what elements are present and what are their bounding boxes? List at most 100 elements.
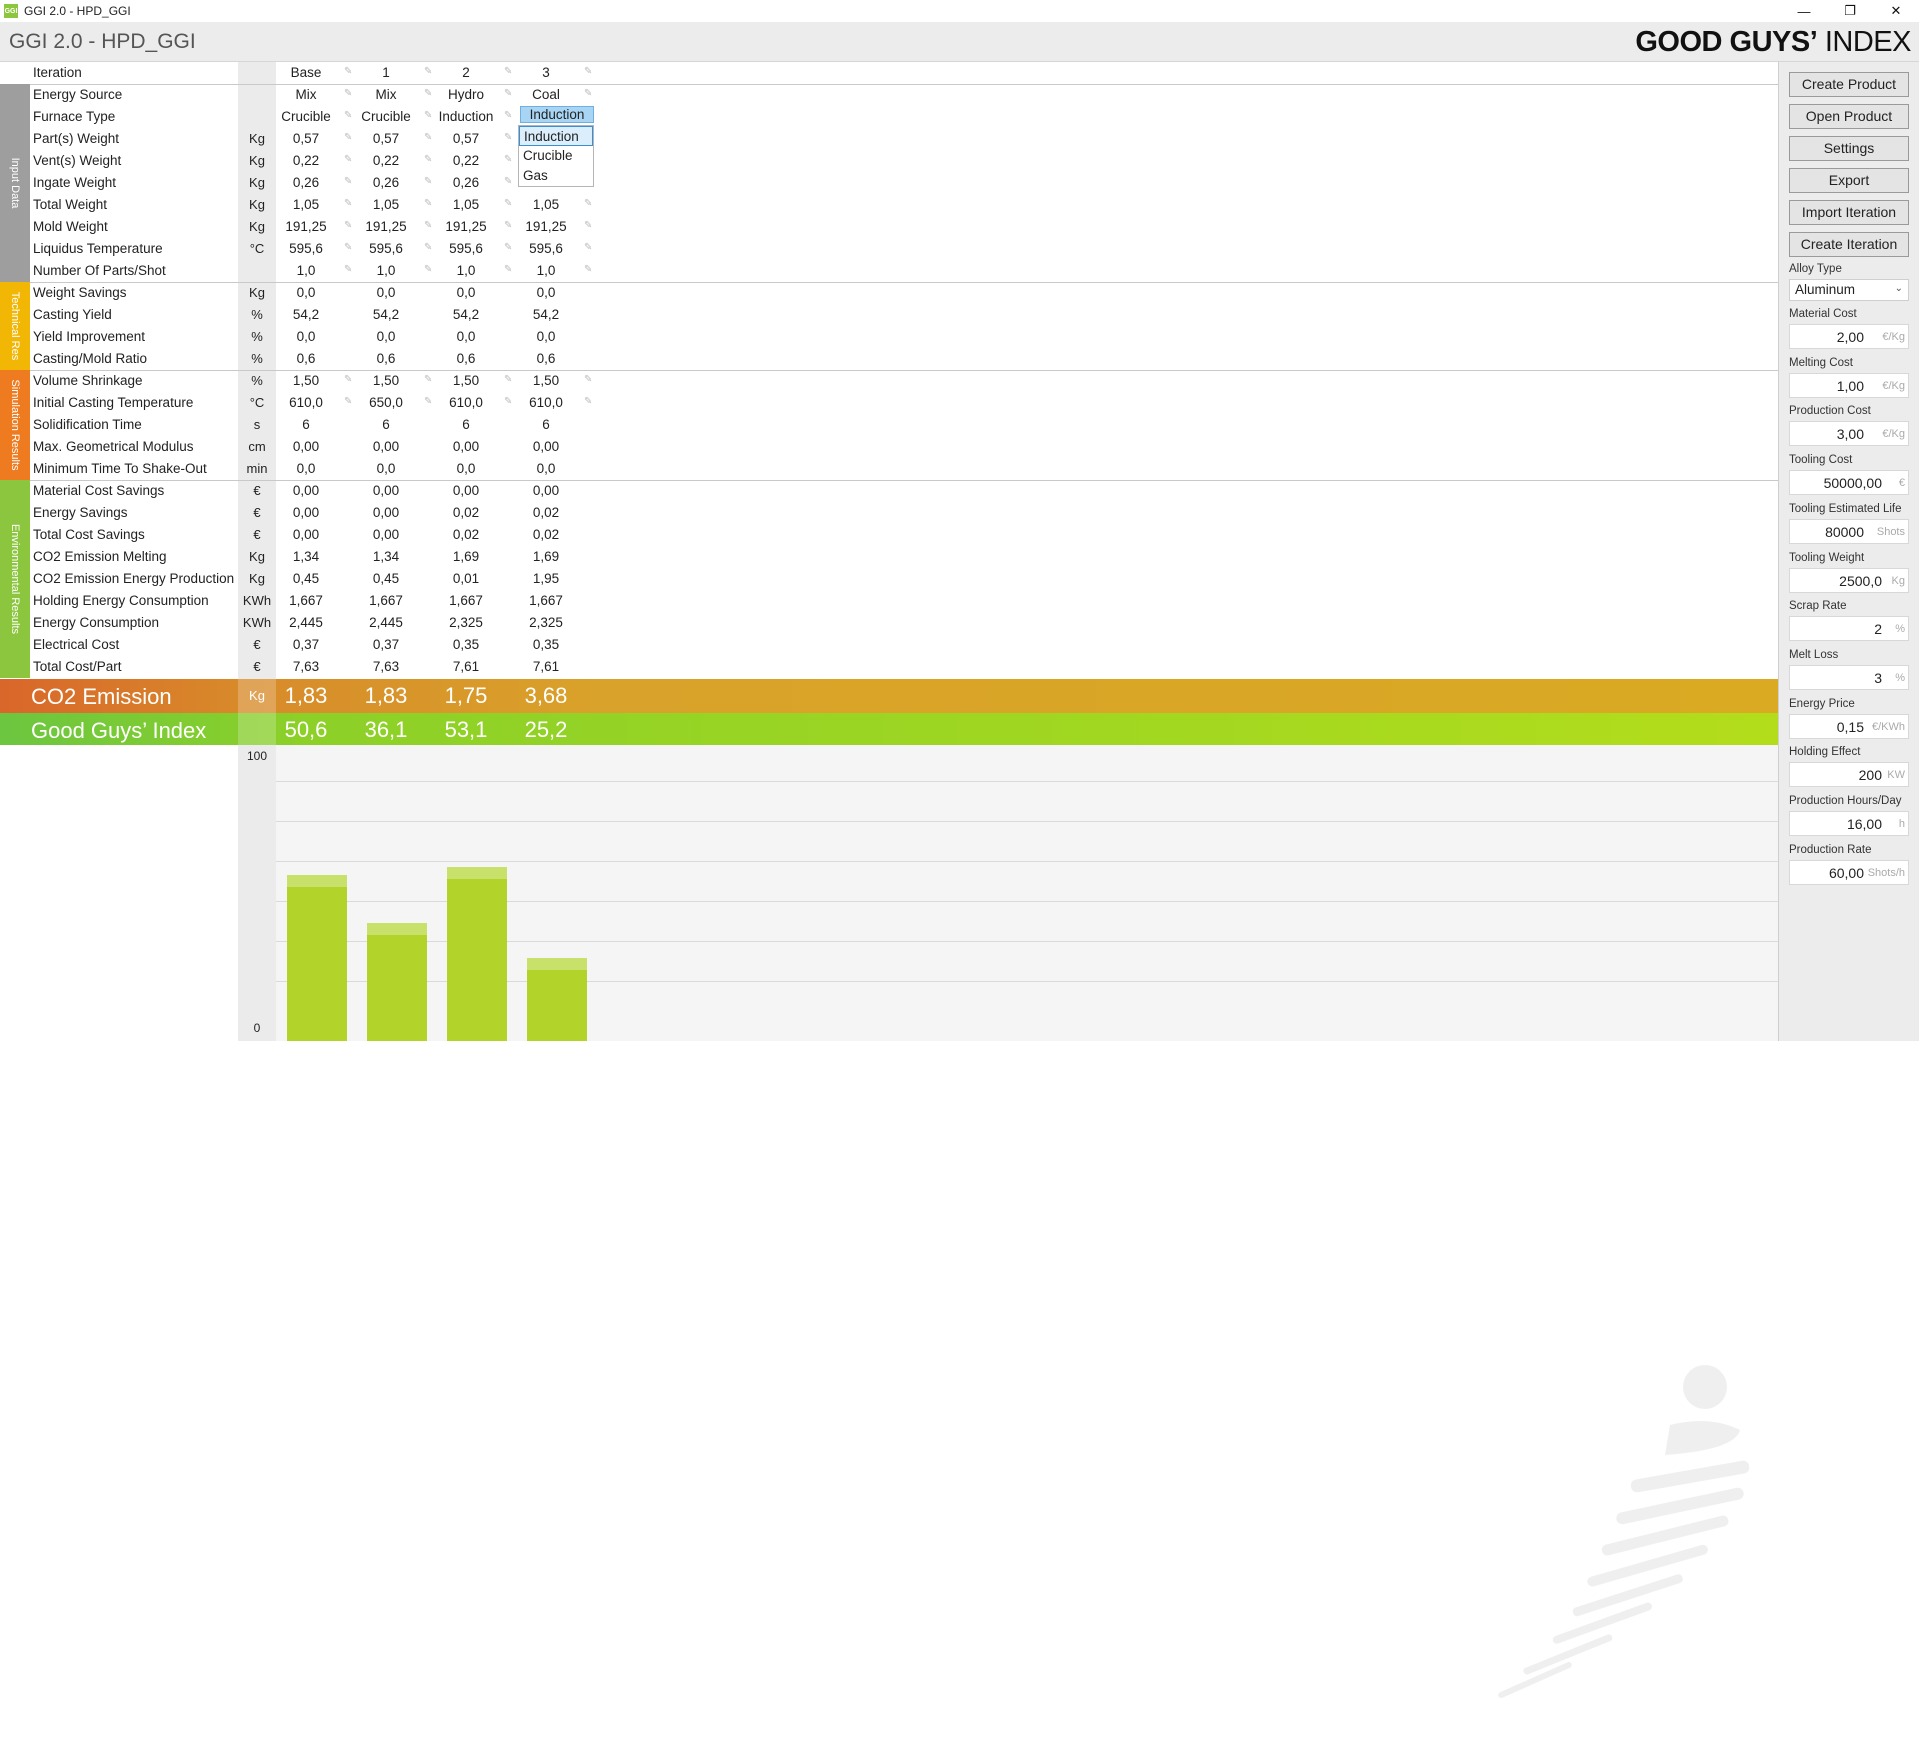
value-cell[interactable]: 0,45: [346, 571, 426, 586]
value-cell[interactable]: 0,0: [346, 285, 426, 300]
value-cell[interactable]: 0,0: [426, 461, 506, 476]
value-cell[interactable]: 595,6: [346, 241, 426, 256]
production-hours-day-input[interactable]: 16,00 h: [1789, 811, 1909, 836]
value-cell[interactable]: 1,69: [426, 549, 506, 564]
value-cell[interactable]: 1,95: [506, 571, 586, 586]
value-cell[interactable]: 6: [506, 417, 586, 432]
melt-loss-input[interactable]: 3%: [1789, 664, 1909, 690]
value-cell[interactable]: 0,26: [426, 175, 506, 190]
value-cell[interactable]: 0,57: [266, 131, 346, 146]
value-cell[interactable]: 7,63: [266, 659, 346, 674]
value-cell[interactable]: 0,00: [266, 483, 346, 498]
value-cell[interactable]: 0,0: [506, 285, 586, 300]
value-cell[interactable]: 1,0: [426, 263, 506, 278]
dropdown-option[interactable]: Induction: [519, 126, 593, 146]
value-cell[interactable]: 1,0: [506, 263, 586, 278]
value-cell[interactable]: 7,61: [426, 659, 506, 674]
value-cell[interactable]: 2,445: [266, 615, 346, 630]
value-cell[interactable]: 1,50: [426, 373, 506, 388]
value-cell[interactable]: 54,2: [266, 307, 346, 322]
value-cell[interactable]: 595,6: [266, 241, 346, 256]
value-cell[interactable]: 1,05: [346, 197, 426, 212]
value-cell[interactable]: 1,50: [506, 373, 586, 388]
value-cell[interactable]: 0,0: [266, 329, 346, 344]
value-cell[interactable]: 0,0: [346, 329, 426, 344]
edit-pencil-icon[interactable]: ✎: [584, 243, 593, 253]
dropdown-option[interactable]: Crucible: [519, 146, 593, 166]
value-cell[interactable]: 1,69: [506, 549, 586, 564]
value-cell[interactable]: 0,0: [266, 461, 346, 476]
value-cell[interactable]: 6: [426, 417, 506, 432]
value-cell[interactable]: 0,57: [346, 131, 426, 146]
melting-cost-input[interactable]: 1,00 €/Kg: [1789, 372, 1909, 398]
export-button[interactable]: Export: [1789, 168, 1909, 193]
value-cell[interactable]: 0,37: [346, 637, 426, 652]
value-cell[interactable]: 0,00: [506, 483, 586, 498]
value-cell[interactable]: 3: [506, 65, 586, 80]
value-cell[interactable]: 1,34: [266, 549, 346, 564]
furnace-type-dropdown[interactable]: Induction: [520, 106, 594, 123]
value-cell[interactable]: 0,00: [426, 439, 506, 454]
edit-pencil-icon[interactable]: ✎: [584, 265, 593, 275]
value-cell[interactable]: 0,00: [506, 439, 586, 454]
value-cell[interactable]: 0,0: [266, 285, 346, 300]
value-cell[interactable]: 0,26: [266, 175, 346, 190]
edit-pencil-icon[interactable]: ✎: [584, 397, 593, 407]
value-cell[interactable]: 0,35: [506, 637, 586, 652]
value-cell[interactable]: 1,667: [426, 593, 506, 608]
value-cell[interactable]: 0,00: [266, 505, 346, 520]
value-cell[interactable]: 191,25: [506, 219, 586, 234]
edit-pencil-icon[interactable]: ✎: [584, 67, 593, 77]
value-cell[interactable]: 0,00: [346, 483, 426, 498]
value-cell[interactable]: 1,0: [346, 263, 426, 278]
edit-pencil-icon[interactable]: ✎: [504, 177, 513, 187]
value-cell[interactable]: Induction: [426, 109, 506, 124]
close-icon[interactable]: ✕: [1873, 0, 1919, 22]
value-cell[interactable]: 650,0: [346, 395, 426, 410]
value-cell[interactable]: 610,0: [426, 395, 506, 410]
value-cell[interactable]: Hydro: [426, 87, 506, 102]
value-cell[interactable]: 610,0: [506, 395, 586, 410]
value-cell[interactable]: 2,325: [426, 615, 506, 630]
value-cell[interactable]: 0,35: [426, 637, 506, 652]
value-cell[interactable]: 0,22: [346, 153, 426, 168]
value-cell[interactable]: 0,0: [506, 329, 586, 344]
value-cell[interactable]: 0,6: [266, 351, 346, 366]
tooling-cost-input[interactable]: 50000,00 €: [1789, 470, 1909, 496]
value-cell[interactable]: 0,0: [426, 329, 506, 344]
material-cost-input[interactable]: 2,00 €/Kg: [1789, 324, 1909, 349]
value-cell[interactable]: 0,0: [426, 285, 506, 300]
value-cell[interactable]: 7,63: [346, 659, 426, 674]
value-cell[interactable]: 1,667: [266, 593, 346, 608]
import-iteration-button[interactable]: Import Iteration: [1789, 200, 1909, 225]
value-cell[interactable]: 6: [346, 417, 426, 432]
edit-pencil-icon[interactable]: ✎: [504, 111, 513, 121]
value-cell[interactable]: 1,50: [266, 373, 346, 388]
edit-pencil-icon[interactable]: ✎: [584, 221, 593, 231]
value-cell[interactable]: 0,57: [426, 131, 506, 146]
value-cell[interactable]: Coal: [506, 87, 586, 102]
value-cell[interactable]: 1,667: [506, 593, 586, 608]
create-product-button[interactable]: Create Product: [1789, 72, 1909, 97]
value-cell[interactable]: 0,02: [506, 505, 586, 520]
dropdown-option[interactable]: Gas: [519, 166, 593, 186]
value-cell[interactable]: 1,05: [506, 197, 586, 212]
value-cell[interactable]: 0,02: [426, 527, 506, 542]
value-cell[interactable]: 191,25: [266, 219, 346, 234]
production-cost-input[interactable]: 3,00 €/Kg: [1789, 421, 1909, 447]
value-cell[interactable]: 1,50: [346, 373, 426, 388]
value-cell[interactable]: 610,0: [266, 395, 346, 410]
settings-button[interactable]: Settings: [1789, 136, 1909, 161]
value-cell[interactable]: 0,6: [426, 351, 506, 366]
restore-icon[interactable]: ❐: [1827, 0, 1873, 22]
value-cell[interactable]: 0,0: [346, 461, 426, 476]
value-cell[interactable]: 1,05: [426, 197, 506, 212]
value-cell[interactable]: 0,00: [346, 439, 426, 454]
value-cell[interactable]: 54,2: [506, 307, 586, 322]
value-cell[interactable]: 6: [266, 417, 346, 432]
value-cell[interactable]: 1,0: [266, 263, 346, 278]
value-cell[interactable]: 0,00: [266, 439, 346, 454]
value-cell[interactable]: 0,0: [506, 461, 586, 476]
energy-price-input[interactable]: 0,15 €/KWh: [1789, 713, 1909, 739]
value-cell[interactable]: 0,22: [426, 153, 506, 168]
